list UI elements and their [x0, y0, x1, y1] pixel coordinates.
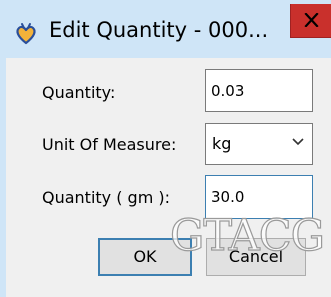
- unit-of-measure-label: Unit Of Measure:: [42, 135, 177, 154]
- window-title: Edit Quantity - 000...: [49, 18, 269, 42]
- ok-button-label: OK: [133, 247, 157, 266]
- quantity-label: Quantity:: [42, 83, 116, 102]
- close-icon: [304, 13, 319, 27]
- quantity-input[interactable]: [205, 69, 313, 112]
- title-bar[interactable]: Edit Quantity - 000...: [0, 0, 331, 58]
- cancel-button[interactable]: Cancel: [206, 238, 306, 276]
- edit-quantity-dialog: Edit Quantity - 000... Quantity: Unit Of…: [0, 0, 331, 297]
- quantity-gm-label: Quantity ( gm ):: [42, 188, 171, 207]
- unit-of-measure-value: kg: [212, 134, 232, 153]
- close-button[interactable]: [290, 4, 331, 38]
- unit-of-measure-select[interactable]: kg: [205, 123, 313, 165]
- ok-button[interactable]: OK: [98, 238, 192, 276]
- chevron-down-icon: [292, 138, 304, 146]
- dialog-body: Quantity: Unit Of Measure: kg Quantity (…: [6, 58, 331, 297]
- cancel-button-label: Cancel: [228, 247, 284, 266]
- quantity-gm-input[interactable]: [205, 175, 313, 219]
- heart-app-icon: [13, 21, 39, 47]
